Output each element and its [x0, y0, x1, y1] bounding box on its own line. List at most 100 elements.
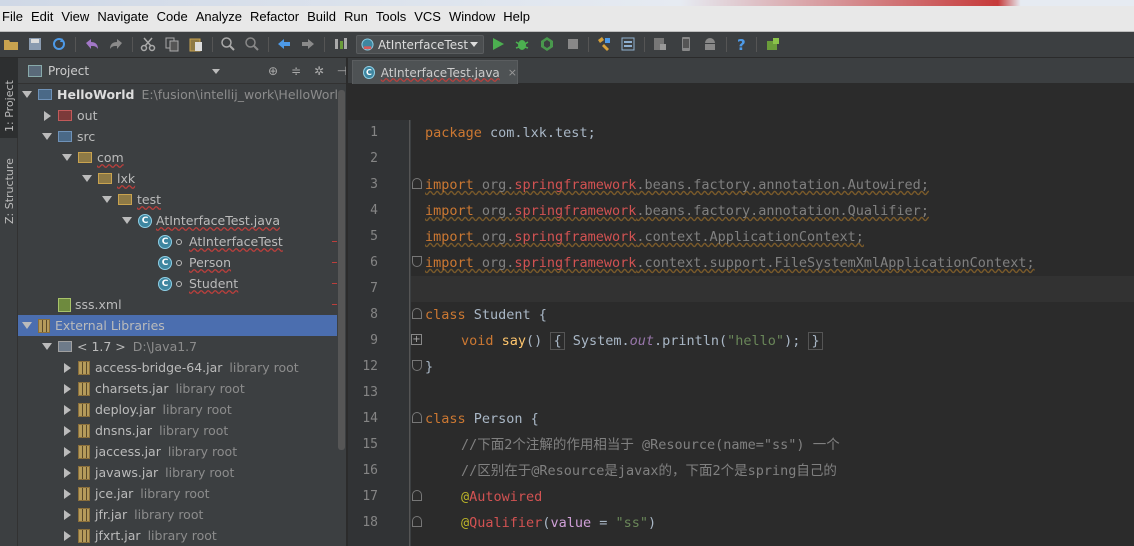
tab-atinterfacetest-java[interactable]: C AtInterfaceTest.java ×: [352, 60, 518, 84]
android-icon[interactable]: [702, 36, 718, 52]
run-icon[interactable]: [490, 36, 506, 52]
make-icon[interactable]: [333, 36, 349, 52]
tree-item[interactable]: C Student: [18, 273, 346, 294]
chevron-down-icon[interactable]: [22, 91, 32, 98]
chevron-down-icon[interactable]: [42, 133, 52, 140]
chevron-down-icon[interactable]: [42, 343, 52, 350]
coverage-icon[interactable]: [539, 36, 555, 52]
libraries-icon: [38, 318, 50, 333]
expand-fold-icon[interactable]: +: [411, 334, 422, 345]
tree-item[interactable]: test: [18, 189, 346, 210]
java-class-icon: [361, 38, 374, 51]
plugin-icon[interactable]: [765, 36, 781, 52]
menu-navigate[interactable]: Navigate: [97, 9, 148, 24]
menu-view[interactable]: View: [61, 9, 89, 24]
save-icon[interactable]: [27, 36, 43, 52]
help-icon[interactable]: ?: [734, 36, 750, 52]
tree-item[interactable]: src: [18, 126, 346, 147]
menu-file[interactable]: File: [2, 9, 23, 24]
stop-icon[interactable]: [565, 36, 581, 52]
settings-icon[interactable]: [620, 36, 636, 52]
chevron-right-icon[interactable]: [64, 362, 71, 373]
tree-item[interactable]: < 1.7 > D:\Java1.7: [18, 336, 346, 357]
tree-item[interactable]: charsets.jar library root: [18, 378, 346, 399]
menu-refactor[interactable]: Refactor: [250, 9, 299, 24]
chevron-right-icon[interactable]: [64, 404, 71, 415]
find-icon[interactable]: [220, 36, 236, 52]
chevron-down-icon[interactable]: [212, 69, 220, 74]
undo-icon[interactable]: [84, 36, 100, 52]
avd-icon[interactable]: [678, 36, 694, 52]
debug-icon[interactable]: [514, 36, 530, 52]
copy-icon[interactable]: [164, 36, 180, 52]
tree-item[interactable]: access-bridge-64.jar library root: [18, 357, 346, 378]
tree-item[interactable]: lxk: [18, 168, 346, 189]
project-tree-scrollbar[interactable]: [337, 84, 346, 546]
fold-marker-icon[interactable]: [412, 308, 422, 319]
menu-window[interactable]: Window: [449, 9, 495, 24]
tree-item[interactable]: javaws.jar library root: [18, 462, 346, 483]
chevron-right-icon[interactable]: [64, 488, 71, 499]
chevron-right-icon[interactable]: [64, 446, 71, 457]
menu-vcs[interactable]: VCS: [414, 9, 441, 24]
tree-item[interactable]: dnsns.jar library root: [18, 420, 346, 441]
tree-item[interactable]: External Libraries: [18, 315, 346, 336]
chevron-right-icon[interactable]: [44, 110, 51, 121]
code-editor[interactable]: package com.lxk.test; import org.springf…: [411, 120, 1134, 546]
project-view-selector[interactable]: Project: [28, 64, 89, 78]
collapse-all-icon[interactable]: ≑: [289, 64, 303, 78]
tree-item[interactable]: jfxrt.jar library root: [18, 525, 346, 546]
chevron-down-icon[interactable]: [22, 322, 32, 329]
menu-build[interactable]: Build: [307, 9, 336, 24]
menu-help[interactable]: Help: [503, 9, 530, 24]
scroll-from-source-icon[interactable]: ⊕: [266, 64, 280, 78]
paste-icon[interactable]: [188, 36, 204, 52]
redo-icon[interactable]: [108, 36, 124, 52]
menu-code[interactable]: Code: [157, 9, 188, 24]
tree-item[interactable]: jce.jar library root: [18, 483, 346, 504]
structure-tool-tab[interactable]: Z: Structure: [0, 150, 18, 240]
menu-edit[interactable]: Edit: [31, 9, 53, 24]
fold-marker-icon[interactable]: [412, 360, 422, 371]
chevron-down-icon[interactable]: [82, 175, 92, 182]
scrollbar-thumb[interactable]: [338, 90, 345, 450]
tree-item[interactable]: jaccess.jar library root: [18, 441, 346, 462]
chevron-right-icon[interactable]: [64, 530, 71, 541]
tree-item[interactable]: sss.xml: [18, 294, 346, 315]
replace-icon[interactable]: [244, 36, 260, 52]
tree-item[interactable]: C AtInterfaceTest: [18, 231, 346, 252]
chevron-down-icon[interactable]: [122, 217, 132, 224]
fold-marker-icon[interactable]: [412, 516, 422, 527]
project-tool-tab[interactable]: 1: Project: [0, 58, 18, 138]
fold-marker-icon[interactable]: [412, 256, 422, 267]
tree-item[interactable]: C Person: [18, 252, 346, 273]
gear-icon[interactable]: ✲: [312, 64, 326, 78]
menu-tools[interactable]: Tools: [376, 9, 406, 24]
forward-icon[interactable]: [300, 36, 316, 52]
fold-marker-icon[interactable]: [412, 412, 422, 423]
tree-item[interactable]: out: [18, 105, 346, 126]
sdk-icon[interactable]: [652, 36, 668, 52]
chevron-right-icon[interactable]: [64, 425, 71, 436]
chevron-right-icon[interactable]: [64, 509, 71, 520]
menu-run[interactable]: Run: [344, 9, 368, 24]
tree-item[interactable]: deploy.jar library root: [18, 399, 346, 420]
tree-item[interactable]: com: [18, 147, 346, 168]
cut-icon[interactable]: [140, 36, 156, 52]
sync-icon[interactable]: [51, 36, 67, 52]
chevron-right-icon[interactable]: [64, 467, 71, 478]
tree-item[interactable]: C AtInterfaceTest.java: [18, 210, 346, 231]
close-icon[interactable]: ×: [508, 66, 517, 79]
fold-marker-icon[interactable]: [412, 178, 422, 189]
open-icon[interactable]: [3, 36, 19, 52]
menu-analyze[interactable]: Analyze: [196, 9, 242, 24]
project-structure-icon[interactable]: [596, 36, 612, 52]
back-icon[interactable]: [276, 36, 292, 52]
chevron-down-icon[interactable]: [62, 154, 72, 161]
chevron-right-icon[interactable]: [64, 383, 71, 394]
chevron-down-icon[interactable]: [102, 196, 112, 203]
run-configuration-select[interactable]: AtInterfaceTest: [356, 35, 484, 54]
tree-item[interactable]: jfr.jar library root: [18, 504, 346, 525]
fold-marker-icon[interactable]: [412, 490, 422, 501]
tree-item[interactable]: HelloWorld E:\fusion\intellij_work\HelloW…: [18, 84, 346, 105]
